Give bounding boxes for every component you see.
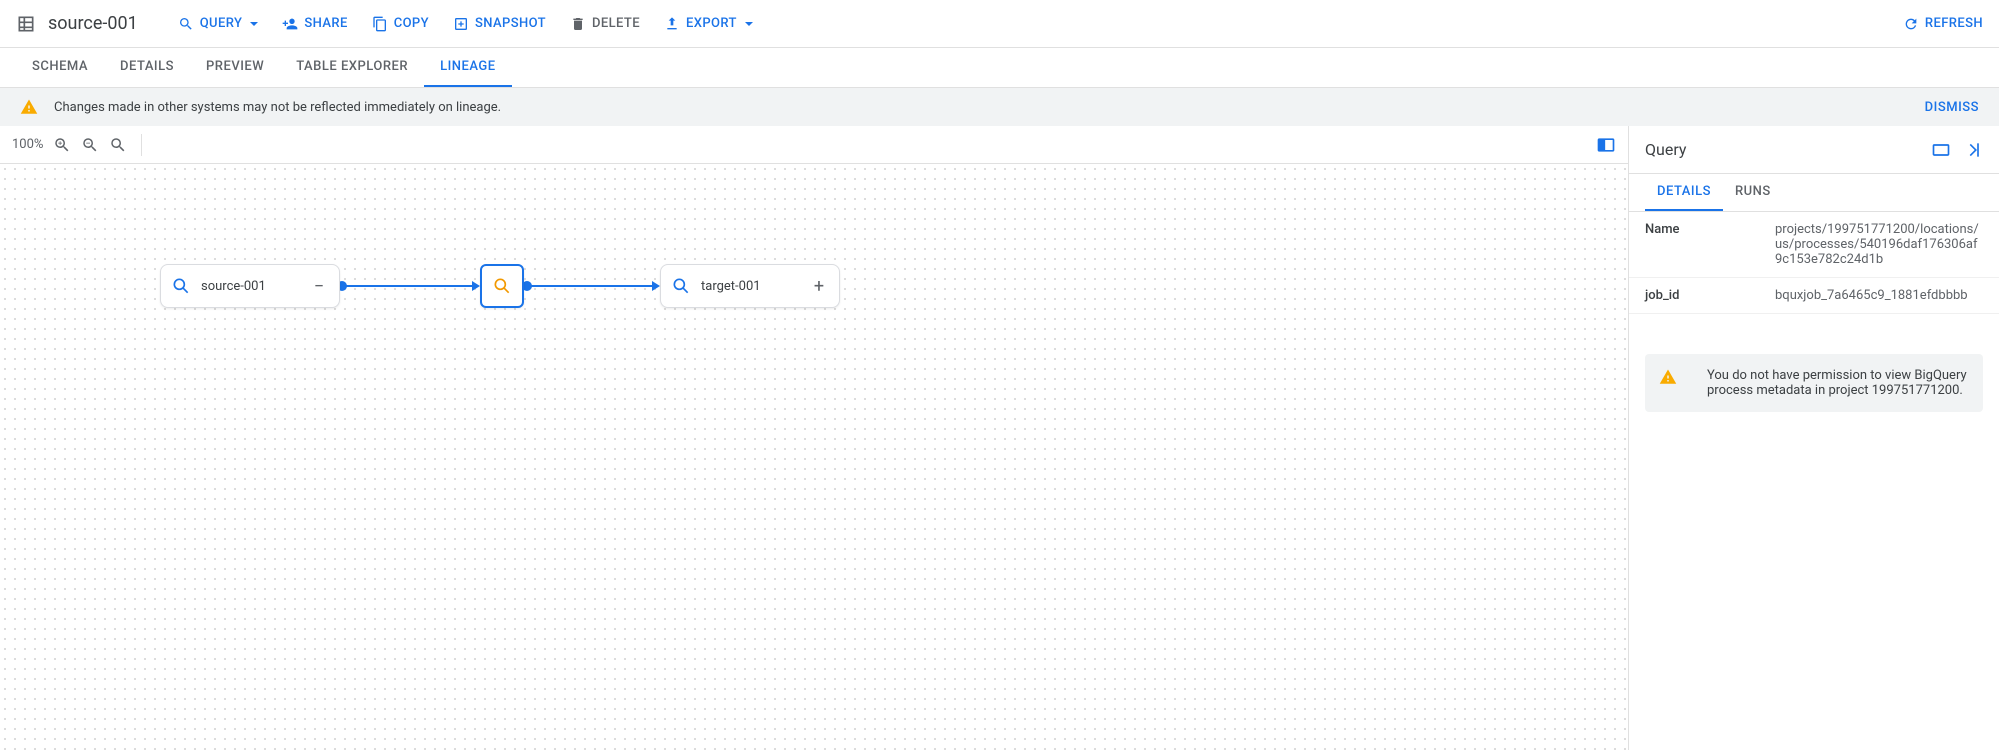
side-panel-tabs: DETAILS RUNS — [1629, 174, 1999, 212]
edge-line — [345, 285, 473, 287]
zoom-level: 100% — [12, 137, 43, 152]
warning-icon — [20, 98, 38, 116]
dismiss-button[interactable]: DISMISS — [1925, 100, 1979, 115]
side-tab-details[interactable]: DETAILS — [1645, 174, 1723, 211]
person-add-icon — [282, 16, 298, 32]
top-toolbar: source-001 QUERY SHARE COPY SNAPSHOT DEL… — [0, 0, 1999, 48]
panel-layout-icon[interactable] — [1931, 140, 1951, 160]
delete-button[interactable]: DELETE — [570, 16, 640, 32]
lineage-node-process[interactable] — [480, 264, 524, 308]
zoom-in-icon[interactable] — [53, 136, 71, 154]
expand-icon[interactable]: + — [809, 276, 829, 297]
side-panel-header: Query — [1629, 126, 1999, 174]
permission-warning: You do not have permission to view BigQu… — [1645, 354, 1983, 412]
permission-warning-text: You do not have permission to view BigQu… — [1707, 368, 1969, 398]
share-button[interactable]: SHARE — [282, 16, 347, 32]
refresh-icon — [1903, 16, 1919, 32]
property-row: Name projects/199751771200/locations/us/… — [1629, 212, 1999, 278]
canvas-area: 100% source-001 − — [0, 126, 1629, 750]
export-icon — [664, 16, 680, 32]
edge-line — [530, 285, 653, 287]
zoom-out-icon[interactable] — [81, 136, 99, 154]
query-button[interactable]: QUERY — [178, 16, 259, 32]
snapshot-button[interactable]: SNAPSHOT — [453, 16, 546, 32]
share-label: SHARE — [304, 16, 347, 31]
tab-table-explorer[interactable]: TABLE EXPLORER — [280, 48, 424, 87]
edge-arrow-icon — [472, 281, 480, 291]
copy-icon — [372, 16, 388, 32]
property-key: job_id — [1645, 288, 1775, 303]
warning-banner: Changes made in other systems may not be… — [0, 88, 1999, 126]
property-row: job_id bquxjob_7a6465c9_1881efdbbbb — [1629, 278, 1999, 314]
refresh-button[interactable]: REFRESH — [1903, 16, 1983, 32]
export-button[interactable]: EXPORT — [664, 16, 753, 32]
zoom-reset-icon[interactable] — [109, 136, 127, 154]
lineage-canvas[interactable]: source-001 − target-001 + — [0, 164, 1628, 750]
tab-details[interactable]: DETAILS — [104, 48, 190, 87]
node-label: source-001 — [201, 279, 299, 294]
snapshot-icon — [453, 16, 469, 32]
bigquery-process-icon — [492, 276, 512, 296]
delete-label: DELETE — [592, 16, 640, 31]
side-panel: Query DETAILS RUNS Name projects/1997517… — [1629, 126, 1999, 750]
collapse-panel-icon[interactable] — [1963, 140, 1983, 160]
edge-arrow-icon — [652, 281, 660, 291]
property-key: Name — [1645, 222, 1775, 267]
main-content: 100% source-001 − — [0, 126, 1999, 750]
copy-button[interactable]: COPY — [372, 16, 429, 32]
tab-lineage[interactable]: LINEAGE — [424, 48, 512, 87]
lineage-node-source[interactable]: source-001 − — [160, 264, 340, 308]
side-tab-runs[interactable]: RUNS — [1723, 174, 1783, 211]
page-title: source-001 — [48, 13, 138, 34]
property-list: Name projects/199751771200/locations/us/… — [1629, 212, 1999, 314]
toolbar-actions: QUERY SHARE COPY SNAPSHOT DELETE EXPORT … — [178, 16, 1983, 32]
tab-schema[interactable]: SCHEMA — [16, 48, 104, 87]
bigquery-icon — [171, 276, 191, 296]
collapse-icon[interactable]: − — [309, 276, 329, 297]
chevron-down-icon — [745, 22, 753, 26]
warning-text: Changes made in other systems may not be… — [54, 100, 501, 115]
search-icon — [178, 16, 194, 32]
divider — [141, 134, 142, 156]
canvas-toolbar: 100% — [0, 126, 1628, 164]
warning-icon — [1659, 368, 1677, 398]
query-label: QUERY — [200, 16, 243, 31]
chevron-down-icon — [250, 22, 258, 26]
trash-icon — [570, 16, 586, 32]
copy-label: COPY — [394, 16, 429, 31]
tabs: SCHEMA DETAILS PREVIEW TABLE EXPLORER LI… — [0, 48, 1999, 88]
export-label: EXPORT — [686, 16, 737, 31]
fullscreen-icon[interactable] — [1596, 135, 1616, 155]
property-value: projects/199751771200/locations/us/proce… — [1775, 222, 1983, 267]
side-panel-title: Query — [1645, 140, 1919, 159]
refresh-label: REFRESH — [1925, 16, 1983, 31]
table-icon — [16, 14, 36, 34]
node-label: target-001 — [701, 279, 799, 294]
bigquery-icon — [671, 276, 691, 296]
tab-preview[interactable]: PREVIEW — [190, 48, 280, 87]
property-value: bquxjob_7a6465c9_1881efdbbbb — [1775, 288, 1983, 303]
lineage-node-target[interactable]: target-001 + — [660, 264, 840, 308]
snapshot-label: SNAPSHOT — [475, 16, 546, 31]
